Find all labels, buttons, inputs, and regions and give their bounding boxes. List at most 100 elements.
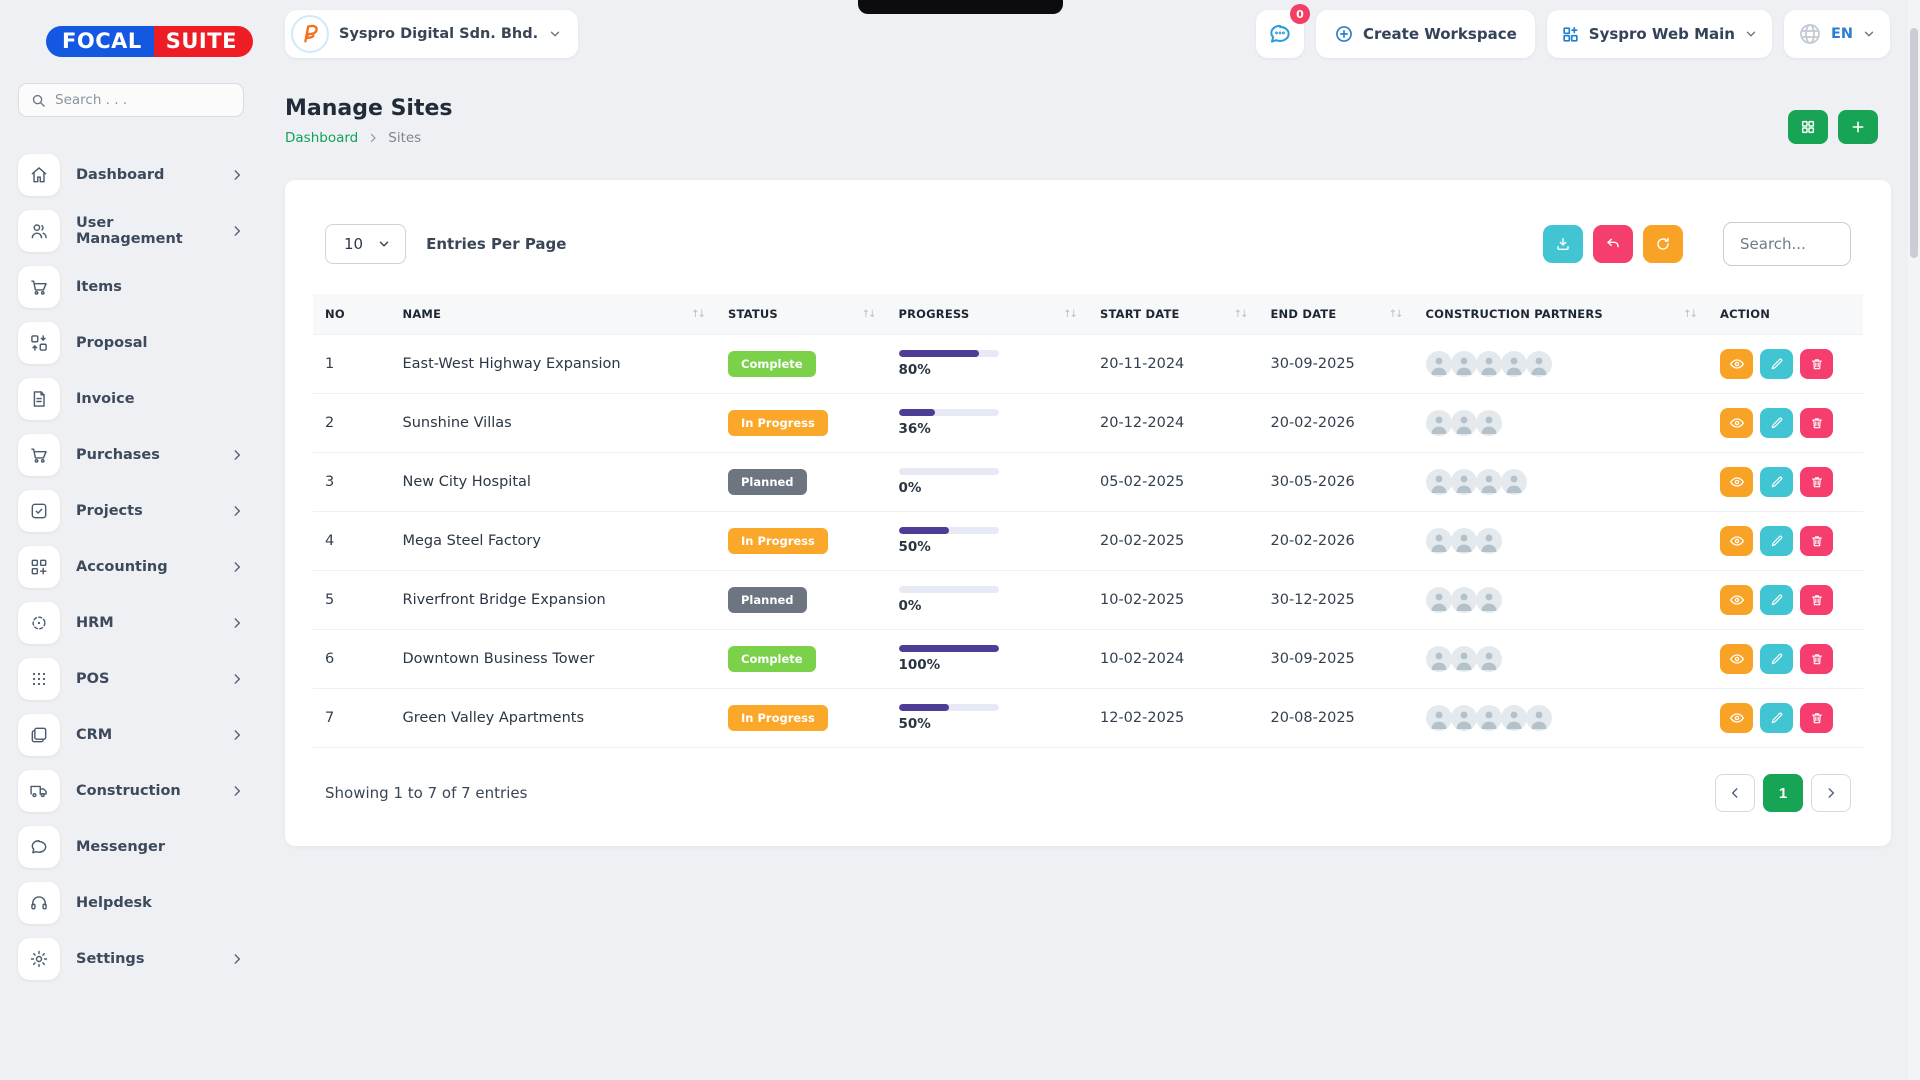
partner-avatar	[1451, 646, 1477, 672]
app-selector[interactable]: Syspro Web Main	[1547, 10, 1772, 58]
grid-plus-blue-icon	[1561, 25, 1580, 44]
cell-no: 5	[313, 571, 391, 630]
sidebar-item-projects[interactable]: Projects	[18, 487, 244, 535]
edit-button[interactable]	[1760, 467, 1793, 497]
column-header-progress[interactable]: PROGRESS↑↓	[887, 294, 1089, 335]
chevron-right-icon	[230, 224, 244, 238]
add-site-button[interactable]	[1838, 110, 1878, 144]
sidebar-item-construction[interactable]: Construction	[18, 767, 244, 815]
edit-button[interactable]	[1760, 349, 1793, 379]
chevron-down-icon	[377, 237, 391, 251]
cell-name: New City Hospital	[391, 453, 717, 512]
view-button[interactable]	[1720, 703, 1753, 733]
view-button[interactable]	[1720, 467, 1753, 497]
partner-avatar	[1476, 646, 1502, 672]
row-actions	[1720, 349, 1851, 379]
target-icon	[18, 602, 60, 644]
sidebar: FOCAL SUITE Dashboard User Management It…	[0, 0, 262, 1080]
view-button[interactable]	[1720, 408, 1753, 438]
entries-per-page-select[interactable]: 10	[325, 224, 406, 264]
pencil-icon	[1770, 534, 1784, 548]
workspace-name: Syspro Digital Sdn. Bhd.	[339, 26, 538, 42]
sidebar-item-messenger[interactable]: Messenger	[18, 823, 244, 871]
users-icon	[18, 210, 60, 252]
refresh-button[interactable]	[1643, 225, 1683, 263]
top-header: Syspro Digital Sdn. Bhd. 0 Create Worksp…	[285, 10, 1890, 58]
delete-button[interactable]	[1800, 703, 1833, 733]
delete-button[interactable]	[1800, 526, 1833, 556]
cell-start-date: 10-02-2025	[1088, 571, 1259, 630]
partner-avatar	[1476, 410, 1502, 436]
column-header-construction-partners[interactable]: CONSTRUCTION PARTNERS↑↓	[1414, 294, 1709, 335]
delete-button[interactable]	[1800, 349, 1833, 379]
language-selector[interactable]: EN	[1784, 10, 1890, 58]
column-header-name[interactable]: NAME↑↓	[391, 294, 717, 335]
chevron-right-icon	[367, 132, 379, 144]
delete-button[interactable]	[1800, 467, 1833, 497]
cell-name: Sunshine Villas	[391, 394, 717, 453]
table-search-input[interactable]	[1723, 222, 1851, 266]
workspace-selector[interactable]: Syspro Digital Sdn. Bhd.	[285, 10, 578, 58]
edit-button[interactable]	[1760, 408, 1793, 438]
progress-bar	[899, 350, 999, 357]
pencil-icon	[1770, 593, 1784, 607]
undo-arrow-icon	[1605, 236, 1621, 252]
brand-logo: FOCAL SUITE	[46, 26, 244, 57]
partner-avatar	[1501, 469, 1527, 495]
undo-button[interactable]	[1593, 225, 1633, 263]
view-button[interactable]	[1720, 644, 1753, 674]
brand-logo-right: SUITE	[154, 26, 253, 57]
messages-button[interactable]: 0	[1256, 10, 1304, 58]
sidebar-item-items[interactable]: Items	[18, 263, 244, 311]
edit-button[interactable]	[1760, 585, 1793, 615]
swap-icon	[18, 322, 60, 364]
edit-button[interactable]	[1760, 644, 1793, 674]
sidebar-item-proposal[interactable]: Proposal	[18, 319, 244, 367]
sort-icon: ↑↓	[691, 309, 704, 320]
status-badge: In Progress	[728, 528, 828, 554]
export-button[interactable]	[1543, 225, 1583, 263]
progress-cell: 80%	[899, 350, 999, 378]
trash-icon	[1810, 711, 1824, 725]
sidebar-item-crm[interactable]: CRM	[18, 711, 244, 759]
cell-name: East-West Highway Expansion	[391, 335, 717, 394]
breadcrumb-dashboard-link[interactable]: Dashboard	[285, 130, 358, 146]
page-scrollbar[interactable]	[1908, 0, 1920, 1080]
chevron-right-icon	[230, 728, 244, 742]
column-header-status[interactable]: STATUS↑↓	[716, 294, 887, 335]
column-header-end-date[interactable]: END DATE↑↓	[1259, 294, 1414, 335]
refresh-icon	[1655, 236, 1671, 252]
sidebar-search[interactable]	[18, 83, 244, 117]
next-page-button[interactable]	[1811, 774, 1851, 812]
sidebar-item-settings[interactable]: Settings	[18, 935, 244, 983]
delete-button[interactable]	[1800, 408, 1833, 438]
sidebar-item-accounting[interactable]: Accounting	[18, 543, 244, 591]
sidebar-search-input[interactable]	[55, 92, 231, 108]
sidebar-item-invoice[interactable]: Invoice	[18, 375, 244, 423]
edit-button[interactable]	[1760, 526, 1793, 556]
column-header-start-date[interactable]: START DATE↑↓	[1088, 294, 1259, 335]
page-1-button[interactable]: 1	[1763, 774, 1803, 812]
edit-button[interactable]	[1760, 703, 1793, 733]
sidebar-item-dashboard[interactable]: Dashboard	[18, 151, 244, 199]
view-button[interactable]	[1720, 585, 1753, 615]
page-head: Manage Sites Dashboard Sites	[285, 96, 1878, 146]
create-workspace-button[interactable]: Create Workspace	[1316, 10, 1535, 58]
globe-icon	[1798, 22, 1822, 46]
partner-avatar	[1426, 528, 1452, 554]
grid-view-button[interactable]	[1788, 110, 1828, 144]
view-button[interactable]	[1720, 349, 1753, 379]
prev-page-button[interactable]	[1715, 774, 1755, 812]
scrollbar-thumb[interactable]	[1910, 28, 1918, 258]
sidebar-item-helpdesk[interactable]: Helpdesk	[18, 879, 244, 927]
view-button[interactable]	[1720, 526, 1753, 556]
sidebar-item-pos[interactable]: POS	[18, 655, 244, 703]
delete-button[interactable]	[1800, 644, 1833, 674]
gear-icon	[18, 938, 60, 980]
partner-avatars	[1426, 410, 1697, 436]
sidebar-item-user-management[interactable]: User Management	[18, 207, 244, 255]
status-badge: Planned	[728, 587, 807, 613]
delete-button[interactable]	[1800, 585, 1833, 615]
sidebar-item-hrm[interactable]: HRM	[18, 599, 244, 647]
sidebar-item-purchases[interactable]: Purchases	[18, 431, 244, 479]
